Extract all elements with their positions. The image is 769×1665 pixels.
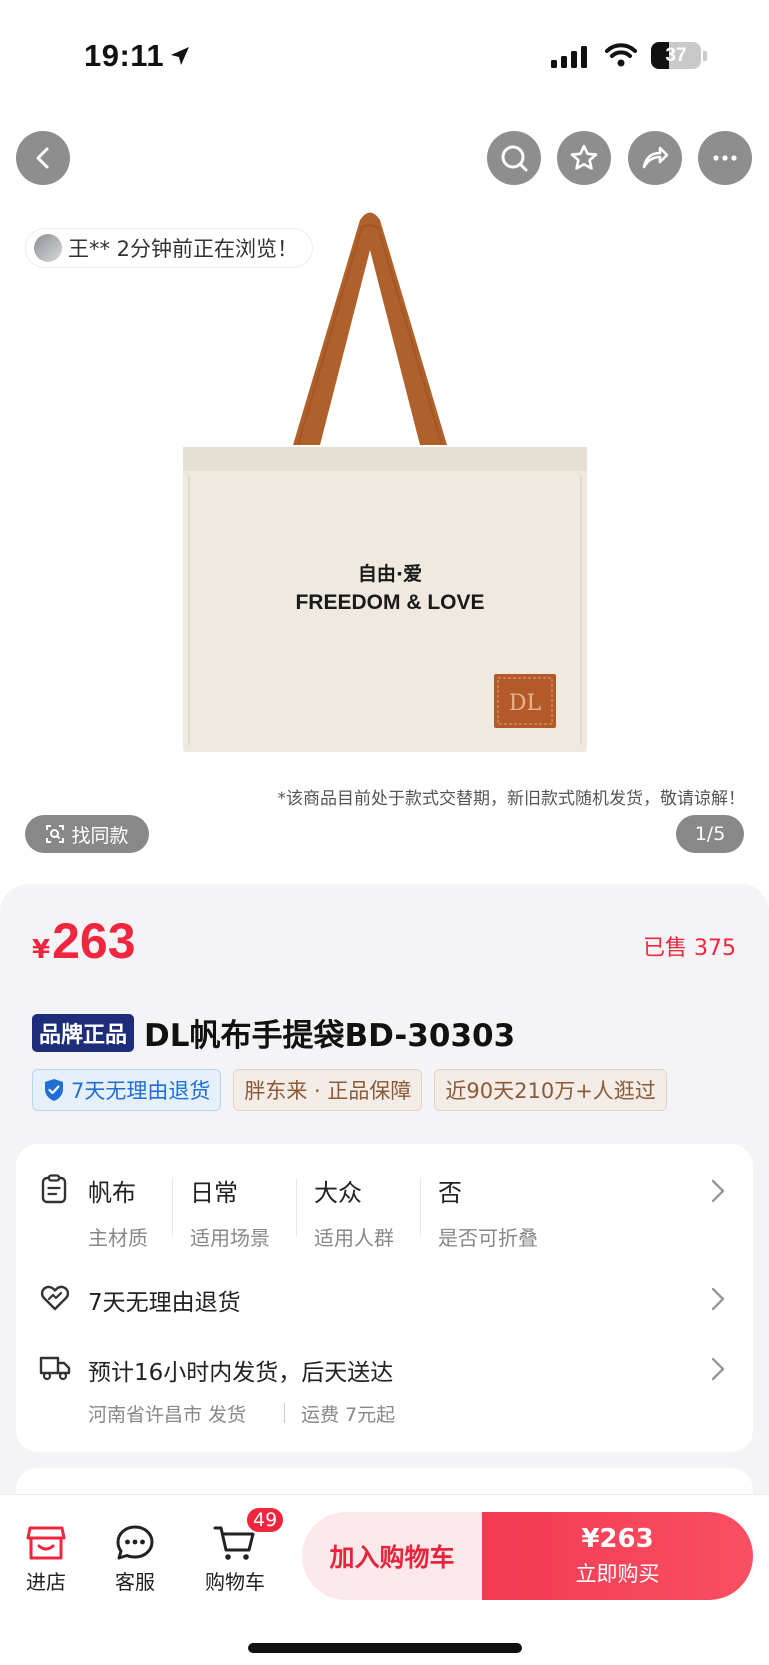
attribute-value: 大众	[314, 1179, 362, 1207]
bag-logo-patch: DL	[509, 691, 542, 716]
sold-count: 已售 375	[643, 936, 736, 961]
viewers-text: 王** 2分钟前正在浏览！	[68, 237, 299, 261]
location-arrow-icon	[171, 47, 189, 65]
style-change-notice: *该商品目前处于款式交替期，新旧款式随机发货，敬请谅解！	[277, 789, 746, 809]
shipping-origin: 河南省许昌市 发货	[88, 1404, 247, 1426]
tag-authentic-guarantee[interactable]: 胖东来 · 正品保障	[233, 1069, 423, 1111]
attribute-material[interactable]: 帆布 主材质	[88, 1173, 148, 1251]
viewers-banner: 王** 2分钟前正在浏览！	[25, 228, 314, 268]
search-button[interactable]	[487, 131, 541, 185]
bag-print-chinese: 自由·爱	[358, 562, 422, 585]
shipping-estimate[interactable]: 预计16小时内发货，后天送达	[88, 1353, 393, 1387]
tag-label: 7天无理由退货	[71, 1079, 211, 1103]
tag-label: 近90天210万+人逛过	[445, 1079, 656, 1103]
attribute-audience[interactable]: 大众 适用人群	[314, 1173, 394, 1251]
truck-icon	[39, 1356, 71, 1381]
status-time: 19:11	[84, 38, 165, 73]
cart-button[interactable]: 购物车	[205, 1524, 265, 1595]
return-icon	[40, 1285, 70, 1311]
share-button[interactable]	[628, 131, 682, 185]
cart-label: 购物车	[205, 1570, 265, 1594]
attribute-key: 主材质	[88, 1226, 148, 1250]
more-icon	[713, 155, 737, 161]
find-same-label: 找同款	[71, 824, 129, 847]
clipboard-icon	[41, 1174, 67, 1204]
status-bar: 19:11 37	[0, 0, 769, 110]
attribute-value: 否	[438, 1179, 462, 1207]
product-title: DL帆布手提袋BD-30303	[144, 1018, 516, 1054]
attribute-scenario[interactable]: 日常 适用场景	[190, 1173, 270, 1251]
find-same-icon	[46, 825, 65, 843]
chevron-right-icon[interactable]	[710, 1178, 726, 1204]
find-same-button[interactable]: 找同款	[25, 815, 149, 853]
attribute-key: 是否可折叠	[438, 1226, 538, 1250]
attribute-key: 适用人群	[314, 1226, 394, 1250]
service-tags: 7天无理由退货 胖东来 · 正品保障 近90天210万+人逛过	[32, 1069, 737, 1111]
store-icon	[26, 1526, 66, 1560]
wifi-icon	[605, 43, 637, 67]
divider	[284, 1403, 285, 1423]
back-button[interactable]	[16, 131, 70, 185]
price-value: 263	[52, 913, 136, 969]
signal-icon	[551, 46, 587, 68]
back-icon	[36, 147, 49, 169]
buy-now-label: 立即购买	[575, 1562, 660, 1586]
cart-count-badge: 49	[245, 1506, 286, 1534]
product-image[interactable]: 自由·爱 FREEDOM & LOVE DL	[175, 205, 595, 765]
search-icon	[501, 145, 528, 172]
attribute-key: 适用场景	[190, 1226, 270, 1250]
star-icon	[570, 144, 598, 170]
favorite-button[interactable]	[557, 131, 611, 185]
tag-return-policy[interactable]: 7天无理由退货	[32, 1069, 222, 1111]
store-label: 进店	[26, 1570, 66, 1594]
attribute-foldable[interactable]: 否 是否可折叠	[438, 1173, 538, 1251]
image-page-indicator: 1/5	[676, 815, 744, 853]
battery-indicator: 37	[651, 42, 701, 69]
bag-print-english: FREEDOM & LOVE	[295, 591, 484, 614]
return-policy-row[interactable]: 7天无理由退货	[88, 1283, 241, 1317]
customer-service-button[interactable]: 客服	[115, 1524, 155, 1595]
chevron-right-icon[interactable]	[710, 1356, 726, 1382]
more-button[interactable]	[698, 131, 752, 185]
shipping-fee: 运费 7元起	[301, 1404, 396, 1426]
avatar	[34, 234, 62, 262]
price: ¥ 263	[32, 912, 136, 970]
add-to-cart-button[interactable]: 加入购物车	[302, 1512, 482, 1600]
store-button[interactable]: 进店	[26, 1524, 66, 1595]
battery-level: 37	[665, 45, 687, 66]
attribute-value: 帆布	[88, 1179, 136, 1207]
shield-icon	[45, 1079, 63, 1101]
attribute-value: 日常	[190, 1179, 238, 1207]
tag-visitors[interactable]: 近90天210万+人逛过	[434, 1069, 667, 1111]
home-indicator[interactable]	[248, 1643, 522, 1653]
price-symbol: ¥	[32, 935, 51, 965]
buy-now-button[interactable]: ¥263 立即购买	[482, 1512, 753, 1600]
service-label: 客服	[115, 1570, 155, 1594]
chat-icon	[116, 1525, 154, 1560]
buy-now-price: ¥263	[581, 1524, 654, 1554]
share-icon	[642, 146, 669, 169]
tag-label: 胖东来 · 正品保障	[244, 1079, 412, 1103]
brand-authentic-badge: 品牌正品	[32, 1013, 135, 1052]
chevron-right-icon[interactable]	[710, 1286, 726, 1312]
product-title-row: 品牌正品 DL帆布手提袋BD-30303	[32, 1010, 515, 1055]
